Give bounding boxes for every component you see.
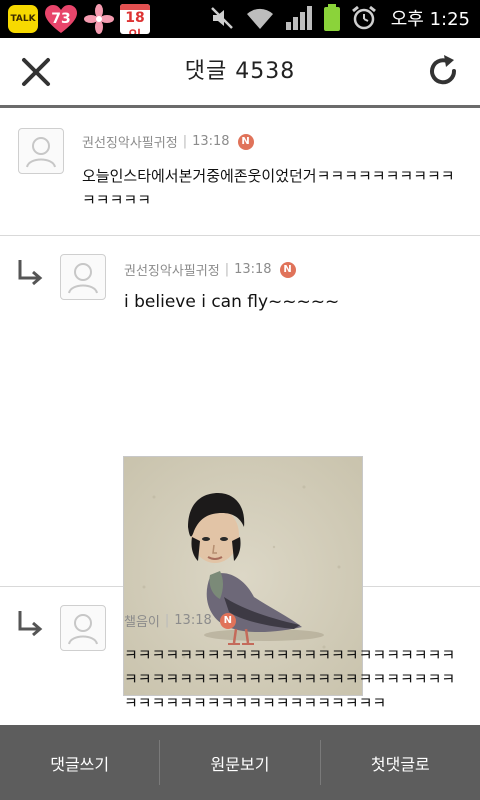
heart-notification-icon: 73: [44, 4, 78, 34]
reply-item[interactable]: 권선징악사필귀정 | 13:18 N i believe i can fly~~…: [0, 236, 480, 696]
comments-header: 댓글 4538: [0, 38, 480, 108]
comment-time: 13:18: [234, 262, 272, 277]
new-badge: N: [219, 612, 236, 629]
comment-text: ㅋㅋㅋㅋㅋㅋㅋㅋㅋㅋㅋㅋㅋㅋㅋㅋㅋㅋㅋㅋㅋㅋㅋㅋㅋㅋㅋㅋㅋㅋㅋㅋㅋㅋㅋㅋㅋㅋㅋㅋ…: [124, 646, 456, 712]
default-avatar-icon: [68, 263, 98, 294]
author-name: 챌음이: [124, 615, 160, 630]
refresh-button[interactable]: [424, 52, 462, 90]
comment-text: i believe i can fly~~~~~: [124, 292, 340, 312]
new-badge: N: [237, 133, 254, 150]
page-title: 댓글 4538: [184, 59, 296, 84]
view-original-button[interactable]: 원문보기: [160, 725, 319, 800]
reply-arrow-icon: [18, 260, 43, 286]
comment-text: 오늘인스타에서본거중에존웃이었던거ㅋㅋㅋㅋㅋㅋㅋㅋㅋㅋㅋㅋㅋㅋㅋ: [82, 167, 455, 209]
wifi-icon: [246, 8, 273, 29]
bottom-action-bar: 댓글쓰기 원문보기 첫댓글로: [0, 725, 480, 800]
system-icons: 오후 1:25: [209, 4, 470, 32]
battery-icon: [323, 4, 340, 31]
notification-icons: TALK 73 18일: [8, 4, 150, 34]
kakaotalk-icon: TALK: [8, 5, 38, 33]
comment-time: 13:18: [174, 613, 212, 628]
kakaotalk-label: TALK: [10, 14, 36, 24]
default-avatar-icon: [68, 614, 98, 645]
first-comment-button[interactable]: 첫댓글로: [321, 725, 480, 800]
close-icon: [22, 58, 50, 86]
flower-icon: [84, 4, 114, 34]
comment-meta: 권선징악사필귀정 | 13:18 N: [124, 260, 296, 279]
reply-arrow-icon: [18, 611, 43, 637]
alarm-icon: [351, 5, 376, 30]
avatar[interactable]: [18, 128, 64, 174]
default-avatar-icon: [26, 137, 56, 168]
new-badge: N: [279, 261, 296, 278]
comment-item[interactable]: 권선징악사필귀정 | 13:18 N 오늘인스타에서본거중에존웃이었던거ㅋㅋㅋㅋ…: [0, 108, 480, 236]
meta-separator: |: [164, 613, 170, 628]
close-button[interactable]: [18, 54, 54, 90]
reply-item[interactable]: 챌음이 | 13:18 N ㅋㅋㅋㅋㅋㅋㅋㅋㅋㅋㅋㅋㅋㅋㅋㅋㅋㅋㅋㅋㅋㅋㅋㅋㅋㅋ…: [0, 587, 480, 725]
notification-count: 73: [51, 11, 71, 27]
meta-separator: |: [224, 262, 230, 277]
meta-separator: |: [182, 134, 188, 149]
avatar[interactable]: [60, 254, 106, 300]
comment-list[interactable]: 권선징악사필귀정 | 13:18 N 오늘인스타에서본거중에존웃이었던거ㅋㅋㅋㅋ…: [0, 108, 480, 725]
calendar-icon: 18일: [120, 4, 150, 34]
status-time: 오후 1:25: [390, 9, 470, 30]
author-name: 권선징악사필귀정: [82, 136, 178, 151]
calendar-day: 18일: [125, 10, 145, 34]
status-bar: TALK 73 18일: [0, 0, 480, 38]
comment-time: 13:18: [192, 134, 230, 149]
author-name: 권선징악사필귀정: [124, 264, 220, 279]
comment-meta: 권선징악사필귀정 | 13:18 N: [82, 132, 254, 151]
refresh-icon: [430, 55, 457, 85]
mute-icon: [210, 7, 233, 29]
comment-meta: 챌음이 | 13:18 N: [124, 611, 236, 630]
write-comment-button[interactable]: 댓글쓰기: [0, 725, 159, 800]
signal-icon: [285, 6, 312, 30]
avatar[interactable]: [60, 605, 106, 651]
